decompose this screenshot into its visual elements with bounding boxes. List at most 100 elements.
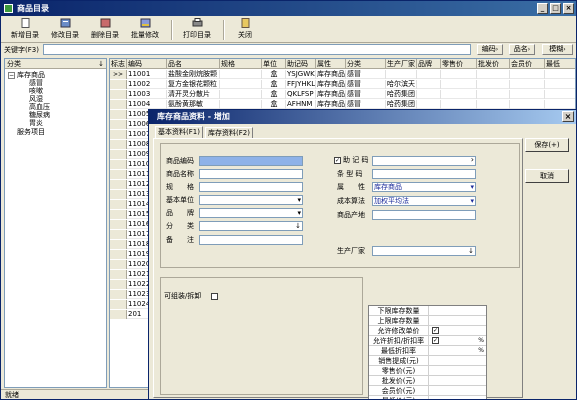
mnemonic-input[interactable]: [372, 156, 476, 166]
keyword-input[interactable]: [43, 44, 471, 55]
note-input[interactable]: [199, 235, 303, 245]
row-marker: [110, 250, 127, 259]
name-input[interactable]: [199, 169, 303, 179]
price-row-label: 最低折扣率: [369, 346, 429, 356]
search-by-name-button[interactable]: 品名›: [509, 44, 535, 55]
table-cell: 盐酸金刚烷胺颗: [167, 70, 220, 79]
column-header[interactable]: 规格: [220, 59, 262, 69]
price-row-value[interactable]: [430, 366, 488, 376]
price-row-checkbox[interactable]: ✓: [432, 337, 439, 344]
barcode-input[interactable]: [372, 169, 476, 179]
price-row-value[interactable]: [430, 396, 488, 399]
maker-select[interactable]: ↓: [372, 246, 476, 256]
price-row-value[interactable]: [430, 306, 488, 316]
price-row: 允许修改单价 ✓: [369, 326, 486, 336]
code-label: 商品编码: [166, 157, 194, 165]
table-cell: 清开灵分散片: [167, 90, 220, 99]
column-header[interactable]: 最低: [545, 59, 575, 69]
tab-basic-info[interactable]: 基本资料(F1): [155, 126, 203, 138]
table-cell: [417, 80, 441, 89]
column-header[interactable]: 属性: [316, 59, 346, 69]
column-header[interactable]: 分类: [346, 59, 386, 69]
table-cell: 氨酚黄那敏: [167, 100, 220, 109]
row-marker: [110, 240, 127, 249]
fuzzy-search-button[interactable]: 模糊›: [542, 44, 573, 55]
table-cell: 感冒: [346, 90, 386, 99]
new-doc-icon: [21, 18, 29, 28]
table-row[interactable]: 11004 氨酚黄那敏 盒 AFHNM 库存商品 感冒 哈药集团: [110, 100, 575, 109]
table-cell: 感冒: [346, 80, 386, 89]
price-row-label: 上限库存数量: [369, 316, 429, 326]
close-button[interactable]: 关闭: [225, 18, 265, 42]
table-row[interactable]: 11003 清开灵分散片 盒 QKLFSP 库存商品 感冒 哈药集团: [110, 90, 575, 99]
new-catalog-button[interactable]: 新增目录: [5, 18, 45, 42]
dialog-close-button[interactable]: ×: [562, 111, 574, 122]
table-row[interactable]: 11002 复方金银花颗粒 盒 FFJYHKL 库存商品 感冒 哈尔滨天: [110, 80, 575, 89]
price-row: 上限库存数量: [369, 316, 486, 326]
cancel-button[interactable]: 取消: [525, 169, 569, 183]
tree-node-service[interactable]: 服务项目: [17, 128, 45, 137]
table-cell: YSJGWKL: [287, 70, 316, 79]
column-header[interactable]: 品牌: [417, 59, 441, 69]
price-row-value[interactable]: [430, 376, 488, 386]
table-cell: 库存商品: [317, 70, 346, 79]
arrow-down-icon: ↓: [468, 247, 474, 255]
unit-select[interactable]: [199, 195, 303, 205]
column-header[interactable]: 品名: [167, 59, 220, 69]
table-cell: [477, 70, 510, 79]
app-icon: [4, 4, 13, 13]
mnemonic-checkbox[interactable]: ✓: [334, 157, 341, 164]
maximize-button[interactable]: □: [550, 3, 561, 14]
column-header[interactable]: 生产厂家: [386, 59, 417, 69]
price-row-value[interactable]: [430, 346, 488, 356]
price-row-label: 批发价(元): [369, 376, 429, 386]
window-title: 商品目录: [17, 4, 49, 13]
print-catalog-button[interactable]: 打印目录: [177, 18, 217, 42]
column-header[interactable]: 零售价: [441, 59, 477, 69]
table-cell: [477, 100, 510, 109]
column-header[interactable]: 单位: [262, 59, 286, 69]
tree-node-category[interactable]: 胃炎: [29, 119, 43, 128]
column-header[interactable]: 助记码: [286, 59, 316, 69]
edit-catalog-button[interactable]: 修改目录: [45, 18, 85, 42]
search-by-code-button[interactable]: 编码›: [477, 44, 503, 55]
price-row: 销售提成(元): [369, 356, 486, 366]
table-cell: 盒: [262, 100, 286, 109]
category-select[interactable]: ↓: [199, 221, 303, 231]
price-table: 下限库存数量 上限库存数量 允许修改单价 ✓ 允许折扣/折扣率% ✓ 最低折扣率% 销售提成(…: [368, 305, 488, 399]
table-cell: AFHNM: [286, 100, 316, 109]
price-row-checkbox[interactable]: ✓: [432, 327, 439, 334]
brand-select[interactable]: [199, 208, 303, 218]
row-marker: [110, 100, 127, 109]
price-row-value[interactable]: ✓: [430, 326, 488, 336]
batch-edit-icon: [140, 18, 150, 28]
price-row-value[interactable]: [430, 356, 488, 366]
column-header[interactable]: 编码: [127, 59, 167, 69]
table-cell: 11004: [127, 100, 167, 109]
save-button[interactable]: 保存(+): [525, 138, 569, 152]
price-row-label: 零售价(元): [369, 366, 429, 376]
column-header[interactable]: 标志: [110, 59, 127, 69]
column-header[interactable]: 会员价: [510, 59, 545, 69]
main-window: 商品目录 _ □ × 新增目录 修改目录 删除目录 批量修改 打印目录 关闭 关…: [0, 0, 577, 400]
price-row-value[interactable]: [430, 316, 488, 326]
price-row-value[interactable]: [430, 386, 488, 396]
batch-edit-button[interactable]: 批量修改: [125, 18, 165, 42]
code-input[interactable]: [199, 156, 303, 166]
minimize-button[interactable]: _: [537, 3, 548, 14]
table-cell: 11002: [127, 80, 167, 89]
collapse-icon[interactable]: −: [8, 71, 15, 79]
origin-input[interactable]: [372, 210, 476, 220]
table-row[interactable]: >> 11001 盐酸金刚烷胺颗 盒 YSJGWKL 库存商品 感冒: [110, 70, 575, 79]
attribute-select[interactable]: 库存商品: [372, 182, 476, 192]
table-cell: 盒: [262, 90, 286, 99]
cost-method-select[interactable]: 加权平均法: [372, 196, 476, 206]
tab-stock-info[interactable]: 库存资料(F2): [205, 127, 253, 138]
assembly-checkbox[interactable]: [211, 293, 218, 300]
tree-header[interactable]: 分类 ↓: [5, 59, 106, 69]
delete-catalog-button[interactable]: 删除目录: [85, 18, 125, 42]
price-row-value[interactable]: ✓: [430, 336, 488, 346]
close-window-button[interactable]: ×: [563, 3, 574, 14]
column-header[interactable]: 批发价: [477, 59, 510, 69]
spec-input[interactable]: [199, 182, 303, 192]
